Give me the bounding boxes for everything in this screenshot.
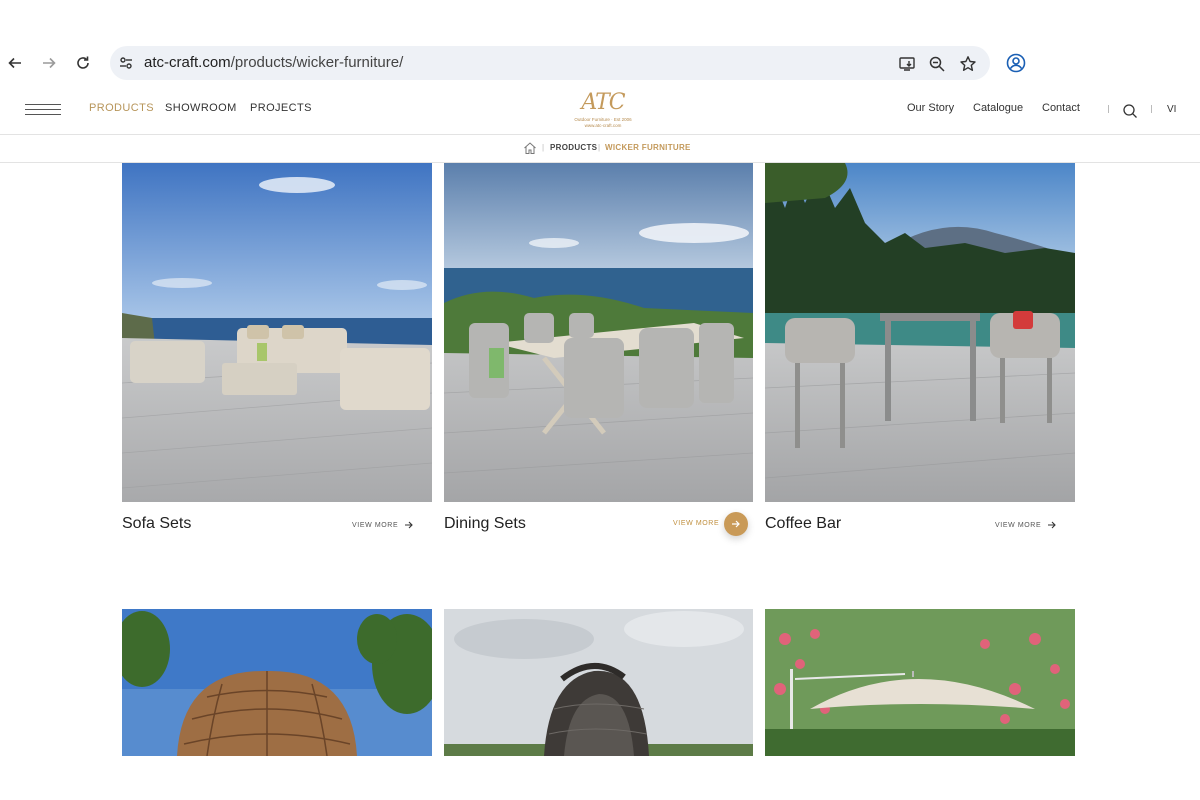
browser-toolbar: atc-craft.com/products/wicker-furniture/: [0, 0, 1200, 87]
product-image-swing-chair[interactable]: [444, 609, 753, 756]
menu-line: [25, 104, 61, 105]
arrow-left-icon: [8, 57, 21, 69]
nav-our-story[interactable]: Our Story: [907, 102, 954, 114]
tune-icon[interactable]: [118, 55, 134, 71]
product-image-dining-sets[interactable]: [444, 163, 753, 502]
product-title-coffee-bar[interactable]: Coffee Bar: [765, 515, 841, 533]
breadcrumb-separator: |: [542, 143, 545, 152]
url-host: atc-craft.com: [144, 54, 231, 71]
forward-button[interactable]: [38, 52, 60, 74]
view-more-dining-sets[interactable]: VIEW MORE: [673, 520, 719, 527]
arrow-right-icon: [732, 520, 740, 528]
back-button[interactable]: [4, 52, 26, 74]
nav-products[interactable]: PRODUCTS: [89, 102, 154, 114]
logo-site: www.atc-craft.com: [584, 123, 622, 128]
address-bar[interactable]: atc-craft.com/products/wicker-furniture/: [110, 46, 990, 80]
url-path: /products/wicker-furniture/: [230, 54, 404, 71]
product-title-dining-sets[interactable]: Dining Sets: [444, 515, 526, 533]
nav-contact[interactable]: Contact: [1042, 102, 1080, 114]
view-more-coffee-bar[interactable]: VIEW MORE: [995, 520, 1057, 530]
logo-mark: ATC: [581, 90, 625, 115]
view-more-sofa-sets[interactable]: VIEW MORE: [352, 520, 414, 530]
view-more-label: VIEW MORE: [352, 521, 399, 529]
product-image-hanging-egg[interactable]: [122, 609, 432, 756]
view-more-dining-sets-arrow[interactable]: [724, 512, 748, 536]
breadcrumb-separator: |: [598, 143, 601, 152]
divider: [1151, 105, 1152, 113]
menu-button[interactable]: [25, 102, 63, 118]
nav-catalogue[interactable]: Catalogue: [973, 102, 1023, 114]
language-switch[interactable]: VI: [1167, 104, 1176, 115]
divider: [1108, 105, 1109, 113]
nav-showroom[interactable]: SHOWROOM: [165, 102, 237, 114]
menu-line: [25, 114, 61, 115]
arrow-right-icon: [405, 521, 414, 529]
view-more-label: VIEW MORE: [673, 520, 720, 527]
breadcrumb-products[interactable]: PRODUCTS: [550, 143, 597, 152]
product-image-coffee-bar[interactable]: [765, 163, 1075, 502]
product-image-sofa-sets[interactable]: [122, 163, 432, 502]
home-icon[interactable]: [523, 141, 537, 155]
search-icon[interactable]: [1122, 103, 1138, 119]
install-icon[interactable]: [898, 55, 916, 73]
reload-button[interactable]: [72, 52, 94, 74]
zoom-icon[interactable]: [928, 55, 946, 73]
star-icon[interactable]: [959, 55, 977, 73]
arrow-right-icon: [1048, 521, 1057, 529]
breadcrumb-wicker-furniture: WICKER FURNITURE: [605, 143, 691, 152]
arrow-right-icon: [43, 57, 56, 69]
nav-projects[interactable]: PROJECTS: [250, 102, 312, 114]
reload-icon: [77, 56, 89, 69]
view-more-label: VIEW MORE: [995, 521, 1042, 529]
profile-icon[interactable]: [1006, 53, 1026, 73]
site-logo[interactable]: ATC Outdoor Furniture · Est 2006 www.atc…: [566, 90, 640, 132]
product-image-umbrella[interactable]: [765, 609, 1075, 756]
menu-line: [25, 109, 61, 110]
url-text[interactable]: atc-craft.com/products/wicker-furniture/: [144, 46, 403, 80]
product-title-sofa-sets[interactable]: Sofa Sets: [122, 515, 191, 533]
